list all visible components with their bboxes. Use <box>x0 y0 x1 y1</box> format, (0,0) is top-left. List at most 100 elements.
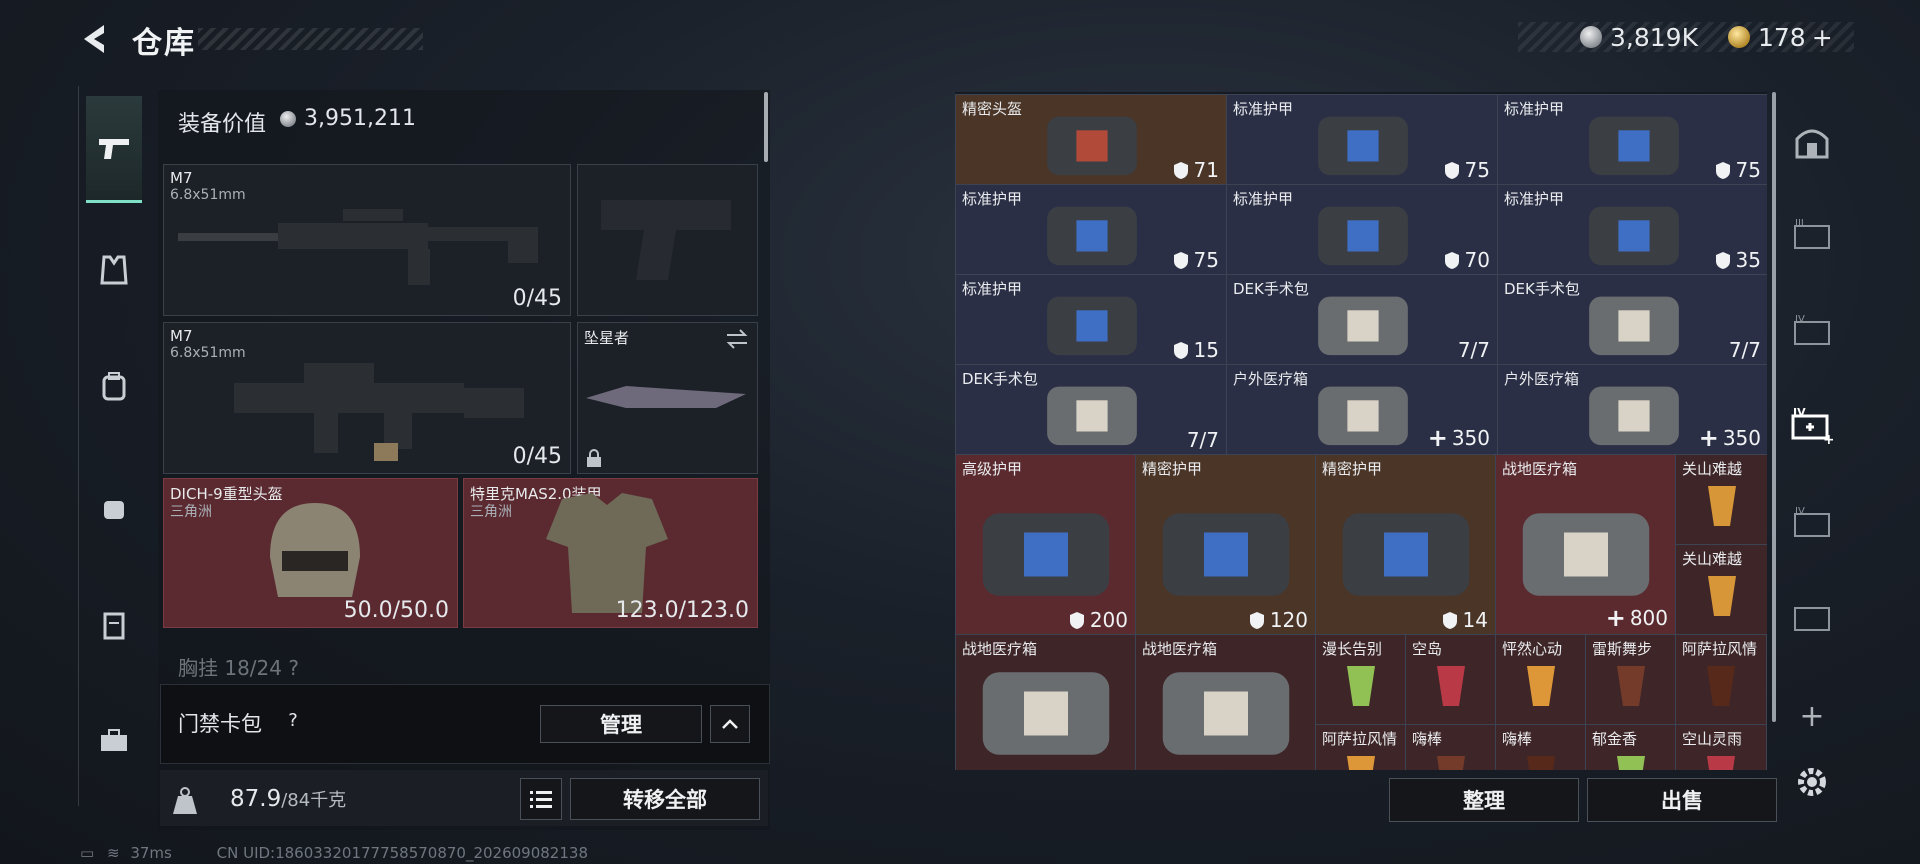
stash-item[interactable]: 户外医疗箱 +350 <box>1497 364 1767 456</box>
item-value: 71 <box>1173 158 1219 182</box>
drink-item[interactable]: 漫长告别 <box>1315 634 1407 726</box>
item-value: 200 <box>1069 608 1128 632</box>
helmet-icon <box>270 503 360 597</box>
stash-item[interactable]: 标准护甲 70 <box>1226 184 1499 276</box>
item-value: 14 <box>1442 608 1488 632</box>
drink-item[interactable]: 嗨棒 <box>1405 724 1497 770</box>
surgery-kit-icon <box>1588 386 1679 445</box>
list-view-button[interactable] <box>520 778 562 820</box>
equipment-value: 3,951,211 <box>280 106 416 131</box>
stash-tab-iv-ammo[interactable]: IV <box>1790 308 1834 352</box>
stash-item-large[interactable]: 战地医疗箱 +800 <box>1495 454 1677 636</box>
armor-bag-icon <box>1046 116 1137 175</box>
stash-tab-iv-medical[interactable]: IV + <box>1790 404 1834 448</box>
page-title: 仓库 <box>132 26 196 61</box>
panel-scrollbar[interactable] <box>764 92 768 162</box>
item-name: 郁金香 <box>1592 730 1638 748</box>
add-currency-icon[interactable]: + <box>1812 23 1833 52</box>
item-name: 战地医疗箱 <box>962 640 1038 658</box>
armor-slot[interactable]: 特里克MAS2.0装甲 三角洲 123.0/123.0 <box>463 478 758 628</box>
crate-misc-icon <box>1794 607 1830 631</box>
stash-tab-iv-armor[interactable]: IV <box>1790 500 1834 544</box>
drink-item[interactable]: 关山难越 <box>1675 544 1767 636</box>
shield-icon <box>1444 161 1459 179</box>
drink-item[interactable]: 空山灵雨 <box>1675 724 1767 770</box>
settings-button[interactable] <box>1790 760 1834 804</box>
nav-weapons[interactable] <box>86 96 142 203</box>
currency-gold[interactable]: 178 + <box>1728 22 1833 52</box>
stash-grid-items: 精密头盔 71 标准护甲 75 标准护甲 75 标准护甲 75 标准护甲 70 标准护甲 35 标准护甲… <box>955 94 1767 770</box>
stash-scrollbar[interactable] <box>1772 92 1776 722</box>
melee-slot[interactable]: 坠星者 <box>577 322 758 474</box>
primary-weapon-slot[interactable]: M7 6.8x51mm 0/45 <box>163 164 571 316</box>
stash-item-large[interactable]: 精密护甲 14 <box>1315 454 1497 636</box>
shield-icon <box>1442 611 1457 629</box>
stash-item-large[interactable]: 战地医疗箱 <box>1135 634 1317 770</box>
armor-bag-icon <box>1162 512 1290 596</box>
stash-item[interactable]: DEK手术包 7/7 <box>1497 274 1767 366</box>
stash-item[interactable]: 标准护甲 75 <box>955 184 1228 276</box>
armor-bag-icon <box>1588 116 1679 175</box>
help-icon[interactable]: ? <box>282 710 304 732</box>
drink-item[interactable]: 阿萨拉风情 <box>1675 634 1767 726</box>
heal-plus-icon: + <box>1605 604 1626 632</box>
item-name: 雷斯舞步 <box>1592 640 1653 658</box>
item-name: 标准护甲 <box>1504 190 1565 208</box>
stash-item[interactable]: 精密头盔 71 <box>955 94 1228 186</box>
sidearm-slot[interactable] <box>577 164 758 316</box>
stash-item[interactable]: 户外医疗箱 +350 <box>1226 364 1499 456</box>
item-name: 户外医疗箱 <box>1504 370 1580 388</box>
nav-chest-rig[interactable] <box>86 242 142 298</box>
item-name: 空岛 <box>1412 640 1443 658</box>
safe-icon <box>1795 129 1829 159</box>
secondary-weapon-slot[interactable]: M7 6.8x51mm 0/45 <box>163 322 571 474</box>
stash-tab-misc[interactable] <box>1790 594 1834 638</box>
stash-item[interactable]: 标准护甲 35 <box>1497 184 1767 276</box>
transfer-all-button[interactable]: 转移全部 <box>570 778 760 820</box>
helmet-slot[interactable]: DICH-9重型头盔 三角洲 50.0/50.0 <box>163 478 458 628</box>
drink-item[interactable]: 关山难越 <box>1675 454 1767 546</box>
manage-button[interactable]: 管理 <box>540 705 702 743</box>
list-icon <box>530 791 552 808</box>
stash-tab-main[interactable] <box>1790 120 1834 164</box>
organize-button[interactable]: 整理 <box>1389 778 1579 822</box>
stash-item[interactable]: 标准护甲 75 <box>1226 94 1499 186</box>
stash-item[interactable]: DEK手术包 7/7 <box>955 364 1228 456</box>
stash-item[interactable]: 标准护甲 15 <box>955 274 1228 366</box>
drink-item[interactable]: 阿萨拉风情 <box>1315 724 1407 770</box>
drink-item[interactable]: 空岛 <box>1405 634 1497 726</box>
uid-readout: CN UID:18603320177758570870_202609082138 <box>216 844 588 862</box>
shield-icon <box>1444 251 1459 269</box>
item-name: 精密头盔 <box>962 100 1023 118</box>
nav-pouch[interactable] <box>86 480 142 536</box>
keycard-case-label: 门禁卡包 <box>178 712 262 736</box>
stash-tab-iii-weapons[interactable]: III <box>1790 212 1834 256</box>
chest-rig-partial-label: 胸挂 18/24 ? <box>178 656 299 680</box>
collapse-button[interactable] <box>710 705 750 743</box>
drink-item[interactable]: 嗨棒 <box>1495 724 1587 770</box>
drink-item[interactable]: 怦然心动 <box>1495 634 1587 726</box>
stash-item-large[interactable]: 战地医疗箱 <box>955 634 1137 770</box>
sell-button[interactable]: 出售 <box>1587 778 1777 822</box>
item-value: +350 <box>1427 424 1490 452</box>
drink-item[interactable]: 郁金香 <box>1585 724 1677 770</box>
item-name: 嗨棒 <box>1412 730 1443 748</box>
swap-icon[interactable] <box>725 329 749 349</box>
item-name: 怦然心动 <box>1502 640 1563 658</box>
stash-item-large[interactable]: 高级护甲 200 <box>955 454 1137 636</box>
item-name: 精密护甲 <box>1142 460 1203 478</box>
back-arrow-icon[interactable] <box>78 22 112 56</box>
stash-item[interactable]: 标准护甲 75 <box>1497 94 1767 186</box>
cocktail-icon <box>1527 666 1555 707</box>
nav-toolbox[interactable] <box>86 712 142 768</box>
nav-backpack[interactable] <box>86 358 142 414</box>
battery-icon: ▭ <box>80 844 95 862</box>
cocktail-icon <box>1707 756 1735 770</box>
stash-item[interactable]: DEK手术包 7/7 <box>1226 274 1499 366</box>
stash-item-large[interactable]: 精密护甲 120 <box>1135 454 1317 636</box>
drink-item[interactable]: 雷斯舞步 <box>1585 634 1677 726</box>
nav-container[interactable] <box>86 598 142 654</box>
add-stash-tab-icon[interactable]: + <box>1790 694 1834 738</box>
silver-coin-icon <box>1580 26 1602 48</box>
armor-bag-icon <box>1588 206 1679 265</box>
